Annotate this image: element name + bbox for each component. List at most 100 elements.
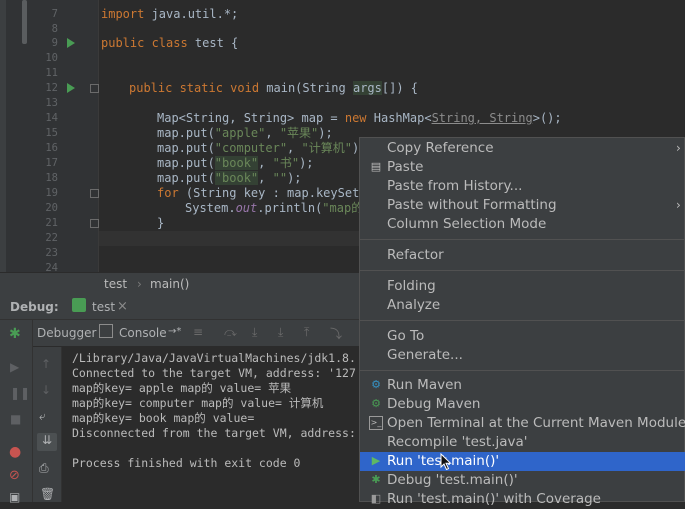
menu-item-go-to[interactable]: Go To — [360, 327, 685, 346]
pause-icon[interactable]: ❚❚ — [10, 386, 30, 400]
debug-left-toolbar: ✱ ▶ ❚❚ ■ ● ⊘ ▣ — [0, 320, 33, 504]
line-number: 13 — [45, 97, 58, 109]
code-line-18: map.put("book", ""); — [157, 171, 302, 185]
code-line-17: map.put("book", "书"); — [157, 156, 314, 170]
menu-separator — [360, 320, 685, 321]
menu-item-run-main[interactable]: ▶ Run 'test.main()' — [360, 452, 685, 471]
fold-marker-icon[interactable] — [90, 84, 99, 93]
menu-item-open-terminal[interactable]: >_ Open Terminal at the Current Maven Mo… — [360, 414, 685, 433]
code-line-19: for (String key : map.keySet( — [157, 186, 367, 200]
menu-lines-icon[interactable]: ≡ — [193, 325, 203, 339]
line-number: 18 — [45, 172, 58, 184]
code-line-12: public static void main(String args[]) { — [129, 81, 418, 95]
menu-item-refactor[interactable]: Refactor — [360, 246, 685, 265]
chevron-right-icon: › — [676, 141, 681, 155]
line-number: 14 — [45, 112, 58, 124]
view-breakpoints-icon[interactable]: ● — [9, 444, 21, 460]
code-line-15: map.put("apple", "苹果"); — [157, 126, 333, 140]
code-line-20: System.out.println("map的 — [185, 201, 364, 215]
console-pin-icon: →* — [168, 326, 182, 337]
menu-item-folding[interactable]: Folding — [360, 277, 685, 296]
step-over-icon[interactable]: ⤼ — [224, 325, 237, 340]
menu-separator — [360, 370, 685, 371]
clear-all-icon[interactable]: 🗑 — [40, 487, 55, 501]
scroll-down-icon[interactable]: ↓ — [41, 383, 51, 397]
menu-separator — [360, 270, 685, 271]
line-number: 23 — [45, 247, 58, 259]
clipboard-icon: ▤ — [370, 160, 382, 173]
debug-maven-icon: ⚙ — [371, 397, 381, 410]
console-line: Process finished with exit code 0 — [72, 456, 301, 470]
mute-breakpoints-icon[interactable]: ⊘ — [9, 468, 20, 483]
console-line: map的key= apple map的 value= 苹果 — [72, 381, 292, 395]
menu-item-column-selection-mode[interactable]: Column Selection Mode — [360, 215, 685, 234]
run-class-gutter-icon[interactable] — [67, 38, 75, 48]
menu-item-paste-without-formatting[interactable]: Paste without Formatting › — [360, 196, 685, 215]
console-line: Connected to the target VM, address: '12… — [72, 366, 356, 380]
line-number: 8 — [51, 23, 58, 35]
menu-item-debug-maven[interactable]: ⚙ Debug Maven — [360, 395, 685, 414]
force-step-into-icon[interactable]: ⤓ — [278, 325, 283, 340]
line-number: 16 — [45, 142, 58, 154]
print-icon[interactable]: ⎙ — [39, 461, 49, 476]
line-number: 22 — [45, 232, 58, 244]
code-line-7: import java.util.*; — [101, 7, 239, 21]
chevron-right-icon: › — [676, 198, 681, 212]
line-number: 15 — [45, 127, 58, 139]
menu-item-generate[interactable]: Generate... — [360, 346, 685, 365]
rerun-debug-icon[interactable]: ✱ — [9, 326, 21, 342]
step-out-icon[interactable]: ⤒ — [304, 325, 309, 340]
run-main-gutter-icon[interactable] — [67, 83, 75, 93]
line-number: 12 — [45, 82, 58, 94]
session-tab-test[interactable]: test — [92, 300, 115, 314]
breadcrumb-separator: › — [137, 277, 142, 291]
line-number: 10 — [45, 52, 58, 64]
stop-icon[interactable]: ■ — [10, 412, 21, 426]
breadcrumb-class[interactable]: test — [104, 277, 127, 291]
fold-marker-icon[interactable] — [90, 219, 99, 228]
run-icon: ▶ — [371, 454, 381, 467]
soft-wrap-icon[interactable]: ⤶ — [39, 409, 46, 424]
console-toolbar: ↑ ↓ ⤶ ⇊ ⎙ 🗑 — [33, 347, 62, 502]
line-number: 19 — [45, 187, 58, 199]
console-line: Disconnected from the target VM, address… — [72, 426, 356, 440]
code-line-9: public class test { — [101, 36, 239, 50]
code-line-14: Map<String, String> map = new HashMap<St… — [157, 111, 562, 125]
menu-separator — [360, 239, 685, 240]
tab-debugger[interactable]: Debugger — [37, 326, 96, 340]
line-number: 11 — [45, 67, 58, 79]
line-number: 17 — [45, 157, 58, 169]
editor-scrollbar-thumb[interactable] — [22, 0, 27, 44]
menu-item-paste-from-history[interactable]: Paste from History... — [360, 177, 685, 196]
code-line-16: map.put("computer", "计算机"); — [157, 141, 366, 155]
terminal-icon: >_ — [369, 416, 383, 430]
scroll-to-end-icon[interactable]: ⇊ — [37, 433, 57, 451]
menu-item-recompile[interactable]: Recompile 'test.java' — [360, 433, 685, 452]
coverage-icon: ◧ — [370, 492, 382, 505]
menu-item-run-maven[interactable]: ⚙ Run Maven — [360, 376, 685, 395]
fold-marker-icon[interactable] — [90, 189, 99, 198]
menu-item-copy-reference[interactable]: Copy Reference › — [360, 139, 685, 158]
line-number: 24 — [45, 262, 58, 272]
breadcrumb-method[interactable]: main() — [150, 277, 189, 291]
editor-context-menu: Copy Reference › ▤ Paste Paste from Hist… — [359, 137, 685, 507]
close-session-icon[interactable]: × — [117, 299, 128, 314]
code-line-21: } — [157, 216, 165, 230]
session-run-icon — [72, 298, 86, 312]
debug-icon: ✱ — [371, 473, 381, 486]
resume-icon[interactable]: ▶ — [10, 360, 19, 374]
menu-item-run-with-coverage[interactable]: ◧ Run 'test.main()' with Coverage — [360, 490, 685, 509]
step-into-icon[interactable]: ⤓ — [252, 325, 257, 340]
maven-gear-icon: ⚙ — [371, 378, 381, 391]
line-number: 9 — [51, 37, 58, 49]
line-number: 7 — [51, 8, 58, 20]
console-line: map的key= computer map的 value= 计算机 — [72, 396, 324, 410]
tab-console[interactable]: Console — [119, 326, 167, 340]
menu-item-debug-main[interactable]: ✱ Debug 'test.main()' — [360, 471, 685, 490]
run-to-cursor-icon[interactable]: ⤵ — [330, 325, 342, 342]
scroll-up-icon[interactable]: ↑ — [41, 357, 51, 371]
menu-item-analyze[interactable]: Analyze — [360, 296, 685, 315]
line-number: 21 — [45, 217, 58, 229]
mouse-cursor-icon — [440, 453, 452, 471]
menu-item-paste[interactable]: ▤ Paste — [360, 158, 685, 177]
